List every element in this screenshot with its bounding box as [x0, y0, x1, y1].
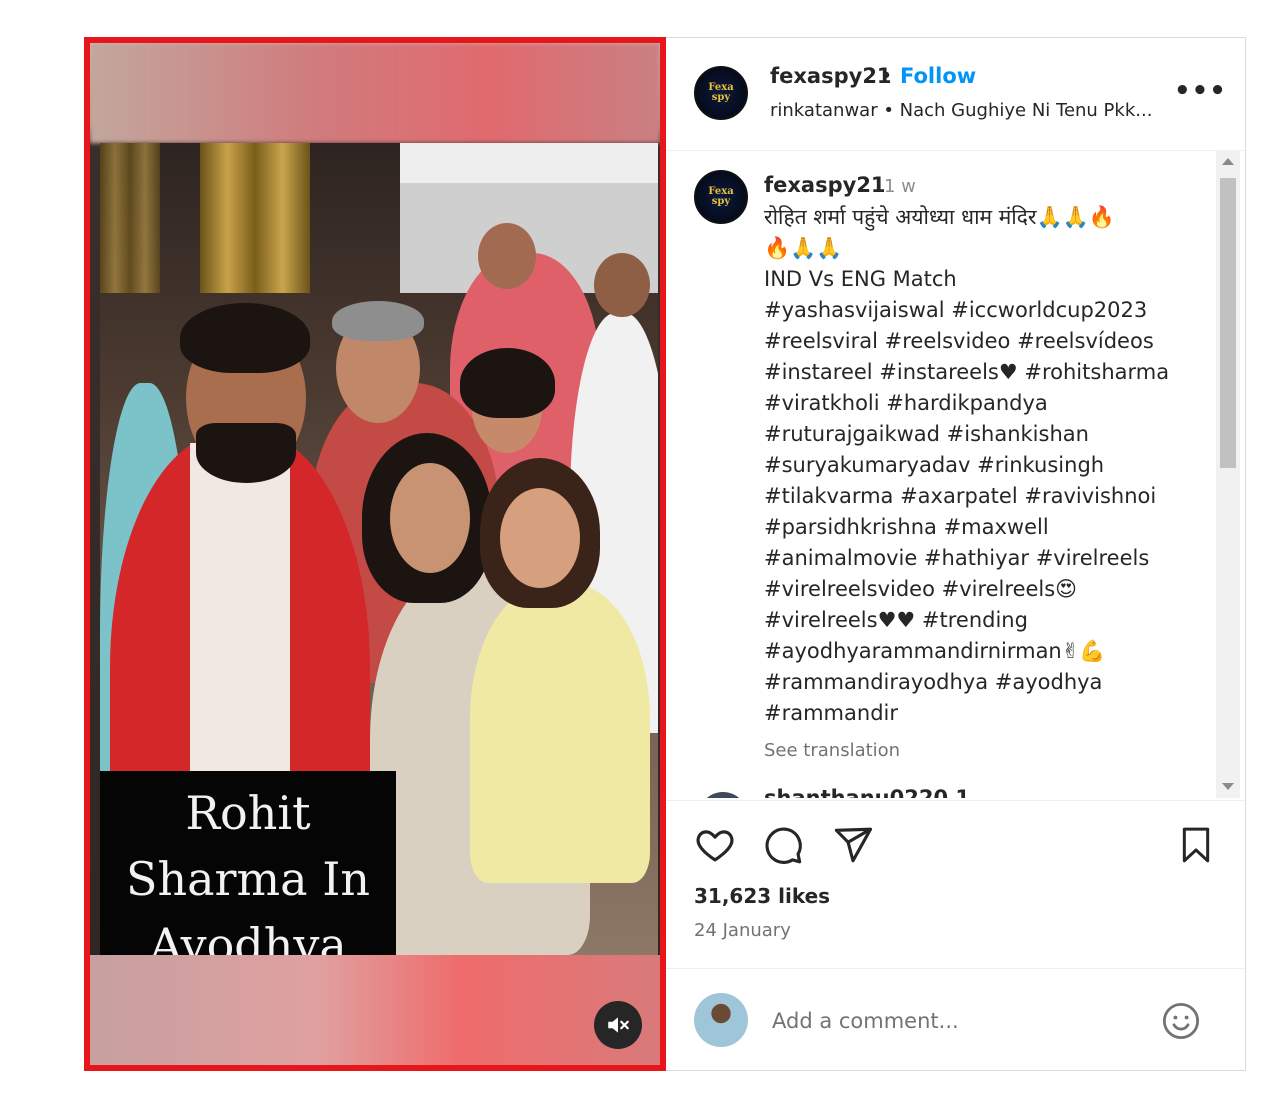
hashtag-line[interactable]: #parsidhkrishna #maxwell: [764, 512, 1204, 543]
author-avatar[interactable]: Fexa spy: [694, 66, 748, 120]
caption-timestamp[interactable]: 1 w: [884, 176, 916, 197]
hashtag-line[interactable]: #tilakvarma #axarpatel #ravivishnoi: [764, 481, 1204, 512]
post-date[interactable]: 24 January: [694, 920, 791, 941]
hashtag-line[interactable]: #virelreels♥♥ #trending: [764, 605, 1204, 636]
comment-button[interactable]: [762, 824, 804, 870]
hashtag-line[interactable]: #rammandirayodhya #ayodhya: [764, 667, 1204, 698]
next-comment-partial: shanthanu0220 1: [698, 786, 1178, 798]
header-separator: •: [880, 64, 893, 88]
caption-username[interactable]: fexaspy21: [764, 173, 886, 197]
follow-button[interactable]: Follow: [900, 64, 976, 88]
commenter-username[interactable]: shanthanu0220 1: [764, 786, 970, 798]
hashtag-line[interactable]: #rammandir: [764, 698, 1204, 729]
save-button[interactable]: [1176, 824, 1216, 870]
like-button[interactable]: [694, 824, 736, 870]
caption-line: 🔥🙏🙏: [764, 236, 843, 260]
smiley-icon: [1162, 1002, 1200, 1040]
hashtag-line[interactable]: #animalmovie #hathiyar #virelreels: [764, 543, 1204, 574]
comment-bubble-icon: [765, 827, 802, 864]
blurred-background-bottom: [90, 955, 660, 1065]
hashtag-line[interactable]: #ruturajgaikwad #ishankishan: [764, 419, 1204, 450]
scroll-up-arrow-icon[interactable]: [1222, 158, 1234, 165]
avatar-logo-text: spy: [711, 196, 731, 207]
hashtag-line[interactable]: #viratkholi #hardikpandya: [764, 388, 1204, 419]
hashtag-line[interactable]: #instareel #instareels♥ #rohitsharma: [764, 357, 1204, 388]
comments-scrollbar[interactable]: [1216, 150, 1240, 798]
likes-count[interactable]: 31,623 likes: [694, 884, 830, 908]
scrollbar-thumb[interactable]: [1220, 178, 1236, 468]
caption-author-avatar[interactable]: Fexa spy: [694, 170, 748, 224]
overlay-line-2: Sharma In: [125, 852, 370, 906]
see-translation-link[interactable]: See translation: [764, 740, 900, 761]
caption-line: IND Vs ENG Match: [764, 267, 957, 291]
caption-text: रोहित शर्मा पहुंचे अयोध्या धाम मंदिर🙏🙏🔥 …: [764, 202, 1204, 729]
emoji-picker-button[interactable]: [1160, 1000, 1202, 1046]
reel-video-panel[interactable]: Rohit Sharma In Ayodhya: [84, 37, 666, 1071]
hashtag-line[interactable]: #suryakumaryadav #rinkusingh: [764, 450, 1204, 481]
author-username[interactable]: fexaspy21: [770, 64, 892, 88]
post-details-panel: Fexa spy fexaspy21 • Follow rinkatanwar …: [666, 37, 1246, 1071]
post-header: Fexa spy fexaspy21 • Follow rinkatanwar …: [666, 38, 1245, 151]
divider: [666, 800, 1245, 801]
paper-plane-icon: [834, 827, 873, 863]
hashtag-line[interactable]: #ayodhyarammandirnirman✌💪: [764, 636, 1204, 667]
hashtag-line[interactable]: #reelsviral #reelsvideo #reelsvídeos: [764, 326, 1204, 357]
mute-toggle-button[interactable]: [594, 1001, 642, 1049]
audio-attribution-link[interactable]: rinkatanwar • Nach Gughiye Ni Tenu Pkk..…: [770, 100, 1152, 121]
add-comment-input[interactable]: [770, 1002, 1134, 1040]
caption-line: रोहित शर्मा पहुंचे अयोध्या धाम मंदिर🙏🙏🔥: [764, 205, 1115, 229]
divider: [666, 968, 1245, 969]
overlay-line-1: Rohit: [185, 786, 311, 840]
heart-icon: [696, 830, 734, 862]
bookmark-icon: [1182, 827, 1210, 863]
scroll-down-arrow-icon[interactable]: [1222, 783, 1234, 790]
comments-scroll-area[interactable]: Fexa spy fexaspy21 1 w रोहित शर्मा पहुंच…: [666, 150, 1228, 798]
current-user-avatar[interactable]: [694, 993, 748, 1047]
speaker-muted-icon: [608, 1017, 629, 1033]
commenter-avatar[interactable]: [698, 792, 748, 798]
share-button[interactable]: [832, 824, 874, 870]
blurred-background-top: [90, 43, 660, 143]
video-title-text: Rohit Sharma In Ayodhya: [108, 780, 388, 978]
more-options-icon[interactable]: •••: [1174, 76, 1227, 106]
hashtag-line[interactable]: #yashasvijaiswal #iccworldcup2023: [764, 295, 1204, 326]
avatar-logo-text: spy: [711, 92, 731, 103]
hashtag-line[interactable]: #virelreelsvideo #virelreels😍: [764, 574, 1204, 605]
